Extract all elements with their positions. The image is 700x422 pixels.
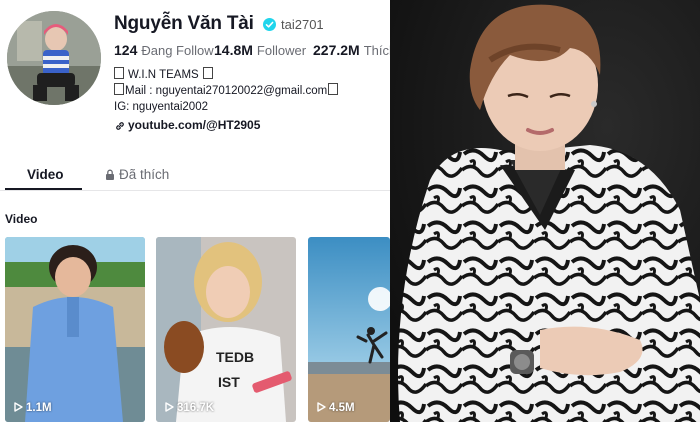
profile-handle: tai2701 <box>281 17 324 32</box>
active-tab-indicator <box>5 188 82 190</box>
following-label: Đang Follow <box>141 43 214 58</box>
link-icon <box>115 120 125 134</box>
profile-photo <box>390 0 700 422</box>
following-count: 124 <box>114 42 138 58</box>
video-thumbnail[interactable]: TEDB IST 316.7K <box>156 237 296 422</box>
verified-badge-icon <box>263 18 276 31</box>
bio-line: Mail : nguyentai270120022@gmail.com <box>114 83 339 99</box>
svg-text:IST: IST <box>218 374 240 390</box>
play-icon <box>14 402 23 412</box>
section-title: Video <box>5 212 38 226</box>
bio-line: W.I.N TEAMS <box>114 67 338 83</box>
following-stat[interactable]: 124 Đang Follow <box>114 42 214 58</box>
likes-count: 227.2M <box>313 42 360 58</box>
emoji-placeholder-icon <box>114 83 124 95</box>
video-thumbnail[interactable]: 4.5M <box>308 237 390 422</box>
emoji-placeholder-icon <box>114 67 124 79</box>
likes-stat: 227.2MThích <box>313 42 390 58</box>
lock-icon <box>106 169 114 180</box>
followers-stat[interactable]: 14.8M Follower <box>214 42 306 58</box>
emoji-placeholder-icon <box>328 83 339 95</box>
svg-text:TEDB: TEDB <box>216 349 254 365</box>
profile-tabs: Video Đã thích <box>0 160 390 191</box>
bio-line: IG: nguyentai2002 <box>114 101 208 113</box>
profile-link[interactable]: youtube.com/@HT2905 <box>115 118 260 134</box>
followers-count: 14.8M <box>214 42 253 58</box>
tab-video[interactable]: Video <box>27 167 64 182</box>
video-thumbnail[interactable]: 1.1M <box>5 237 145 422</box>
play-icon <box>165 402 174 412</box>
profile-panel: Nguyễn Văn Tài tai2701 124 Đang Follow 14… <box>0 0 390 422</box>
profile-bio: W.I.N TEAMS Mail : nguyentai270120022@gm… <box>114 67 339 115</box>
video-views: 316.7K <box>165 402 214 414</box>
emoji-placeholder-icon <box>202 67 213 79</box>
profile-link-text: youtube.com/@HT2905 <box>128 118 261 132</box>
profile-name: Nguyễn Văn Tài <box>114 13 254 34</box>
avatar[interactable] <box>7 11 101 105</box>
tab-liked[interactable]: Đã thích <box>105 167 169 182</box>
likes-label: Thích <box>363 43 390 58</box>
video-views: 1.1M <box>14 402 52 414</box>
play-icon <box>317 402 326 412</box>
video-views: 4.5M <box>317 402 355 414</box>
followers-label: Follower <box>256 43 307 58</box>
tab-liked-label: Đã thích <box>119 167 170 182</box>
